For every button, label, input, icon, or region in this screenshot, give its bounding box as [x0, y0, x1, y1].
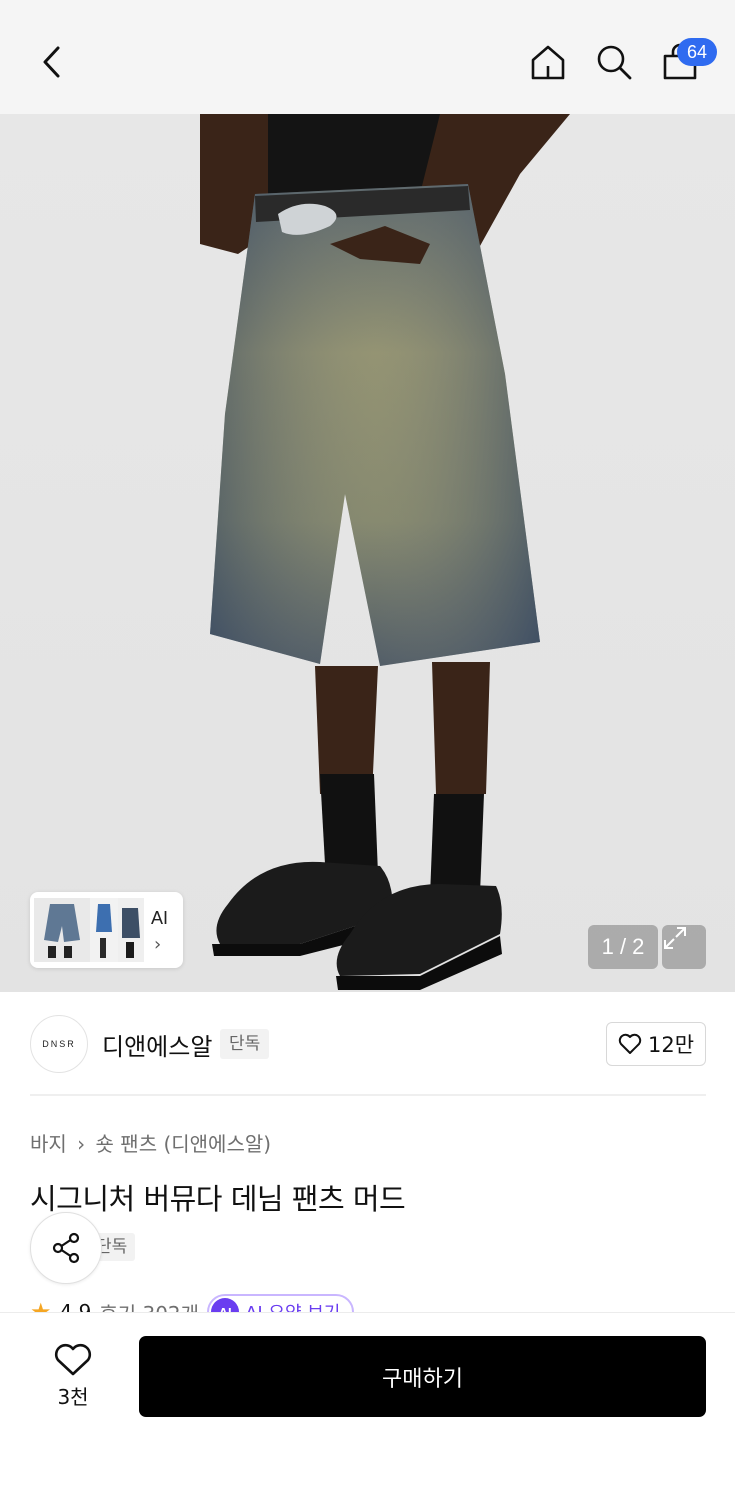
rating-row: ★ 4.9 후기 302개 AI AI 요약 보기 — [30, 1292, 735, 1312]
ai-outfit-thumbnails — [34, 898, 144, 962]
ai-label: AI — [151, 908, 169, 928]
brand-name[interactable]: 디앤에스알 — [102, 1027, 212, 1062]
breadcrumb: 바지 › 숏 팬츠 (디앤에스알) — [30, 1128, 275, 1157]
ai-summary-label: AI 요약 보기 — [245, 1299, 340, 1312]
brand-logo-text: DNSR — [42, 1039, 76, 1049]
star-icon: ★ — [30, 1298, 52, 1312]
rating-value: 4.9 — [59, 1300, 92, 1312]
exclusive-badge: 단독 — [220, 1029, 270, 1059]
heart-icon — [54, 1343, 92, 1376]
search-button[interactable] — [584, 32, 644, 92]
image-pager: 1 / 2 — [588, 925, 658, 969]
search-icon — [597, 45, 632, 80]
breadcrumb-category[interactable]: 바지 — [30, 1132, 67, 1156]
chevron-right-icon: › — [154, 934, 162, 955]
bottom-purchase-bar: 3천 구매하기 — [0, 1312, 735, 1500]
ai-badge-icon: AI — [211, 1298, 240, 1312]
product-title: 시그니처 버뮤다 데님 팬츠 머드 — [30, 1182, 406, 1216]
cart-count-badge: 64 — [677, 38, 717, 66]
product-photo — [200, 114, 570, 990]
home-button[interactable] — [518, 32, 578, 92]
heart-icon — [618, 1033, 642, 1054]
wishlist-button[interactable]: 3천 — [40, 1343, 106, 1410]
back-button[interactable] — [22, 32, 82, 92]
buy-button[interactable]: 구매하기 — [139, 1336, 706, 1417]
brand-like-count: 12만 — [647, 1033, 695, 1057]
wishlist-count: 3천 — [57, 1385, 89, 1409]
ai-styling-thumbnail[interactable]: AI › — [30, 892, 183, 968]
expand-icon — [664, 927, 686, 949]
divider — [30, 1094, 706, 1096]
ai-summary-button[interactable]: AI AI 요약 보기 — [207, 1294, 355, 1312]
top-navigation-bar: 64 — [0, 0, 735, 114]
chevron-left-icon — [43, 46, 60, 78]
share-icon — [52, 1232, 80, 1264]
product-image-gallery[interactable]: AI › 1 / 2 — [0, 114, 735, 992]
brand-logo[interactable]: DNSR — [30, 1015, 88, 1073]
home-icon — [531, 45, 565, 80]
fullscreen-button[interactable] — [662, 925, 706, 969]
breadcrumb-subcategory[interactable]: 숏 팬츠 (디앤에스알) — [96, 1132, 272, 1156]
brand-like-button[interactable]: 12만 — [606, 1022, 706, 1066]
chevron-right-icon: › — [77, 1132, 86, 1156]
review-count-link[interactable]: 후기 302개 — [99, 1298, 199, 1313]
share-button[interactable] — [30, 1212, 102, 1284]
